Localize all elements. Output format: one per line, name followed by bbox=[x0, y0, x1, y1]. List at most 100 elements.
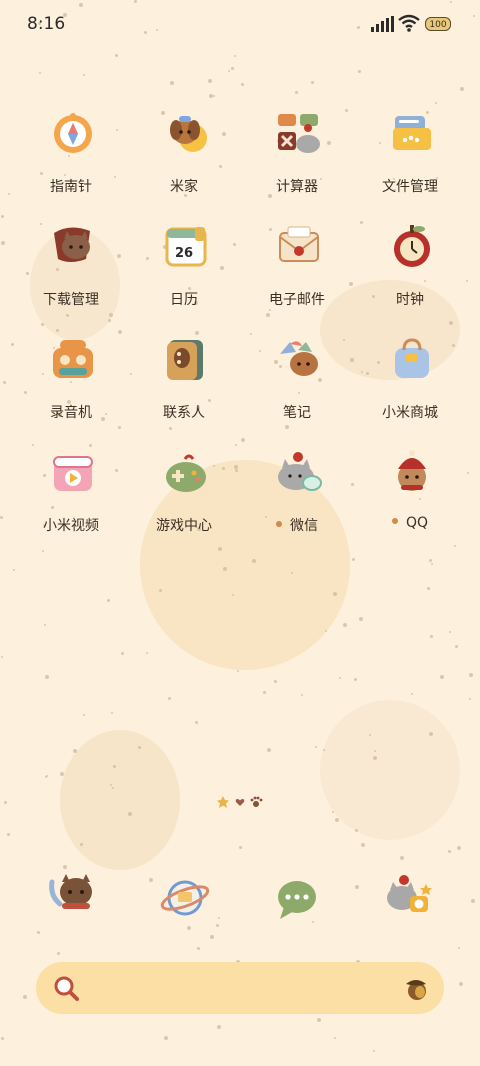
app-compass[interactable]: 指南针 bbox=[16, 100, 126, 210]
app-label-text: 小米商城 bbox=[382, 405, 438, 421]
app-label: 联系人 bbox=[129, 402, 239, 422]
wallpaper-speck bbox=[354, 678, 357, 681]
wallpaper-speck bbox=[23, 995, 27, 999]
app-label: 时钟 bbox=[355, 289, 465, 309]
page-indicator[interactable] bbox=[216, 795, 266, 809]
wallpaper-speck bbox=[335, 818, 339, 822]
app-wechat[interactable]: 微信 bbox=[242, 439, 352, 549]
wallpaper-speck bbox=[323, 749, 325, 751]
calendar-date: 26 bbox=[175, 246, 193, 261]
app-label-text: 米家 bbox=[170, 179, 198, 195]
wallpaper-speck bbox=[112, 787, 114, 789]
wallpaper-speck bbox=[263, 691, 266, 694]
wallpaper-speck bbox=[295, 91, 298, 94]
app-label-text: 电子邮件 bbox=[269, 292, 325, 308]
wallpaper-speck bbox=[213, 95, 215, 97]
new-notification-dot bbox=[391, 518, 398, 524]
camera-cat-icon[interactable] bbox=[384, 870, 434, 920]
app-download-manager[interactable]: 下载管理 bbox=[16, 213, 126, 323]
wallpaper-speck bbox=[121, 652, 124, 655]
app-label: 日历 bbox=[129, 289, 239, 309]
wallpaper-speck bbox=[209, 94, 213, 98]
wallpaper-speck bbox=[168, 697, 171, 700]
wallpaper-speck bbox=[234, 55, 236, 57]
wallpaper-speck bbox=[1, 215, 4, 218]
app-game-center[interactable]: 游戏中心 bbox=[129, 439, 239, 549]
messages-bubble-icon[interactable] bbox=[272, 875, 322, 925]
browser-planet-icon[interactable] bbox=[160, 873, 210, 923]
app-label: 笔记 bbox=[242, 402, 352, 422]
wallpaper-speck bbox=[449, 631, 451, 633]
app-recorder[interactable]: 录音机 bbox=[16, 326, 126, 436]
app-mi-store[interactable]: 小米商城 bbox=[355, 326, 465, 436]
wallpaper-speck bbox=[7, 833, 10, 836]
wallpaper-speck bbox=[466, 280, 468, 282]
app-label: 小米视频 bbox=[16, 515, 126, 535]
search-icon bbox=[54, 976, 79, 1001]
status-bar: 8:16 100 bbox=[0, 0, 480, 50]
wallpaper-speck bbox=[237, 670, 239, 672]
wallpaper-speck bbox=[13, 569, 15, 571]
wechat-icon bbox=[278, 452, 322, 491]
app-file-manager[interactable]: 文件管理 bbox=[355, 100, 465, 210]
wallpaper-speck bbox=[42, 550, 44, 552]
wallpaper-speck bbox=[427, 587, 430, 590]
app-notes[interactable]: 笔记 bbox=[242, 326, 352, 436]
app-label-text: 文件管理 bbox=[382, 179, 438, 195]
status-time: 8:16 bbox=[27, 14, 66, 34]
app-label-text: 联系人 bbox=[163, 405, 205, 421]
wallpaper-speck bbox=[333, 592, 337, 596]
wallpaper-speck bbox=[400, 856, 404, 860]
acorn-icon[interactable] bbox=[402, 974, 430, 1002]
app-label: 游戏中心 bbox=[129, 515, 239, 535]
contacts-icon bbox=[167, 340, 203, 380]
wallpaper-speck bbox=[332, 811, 334, 813]
app-qq[interactable]: QQ bbox=[355, 439, 465, 549]
app-mi-video[interactable]: 小米视频 bbox=[16, 439, 126, 549]
wallpaper-speck bbox=[267, 748, 271, 752]
app-label-text: 指南针 bbox=[50, 179, 92, 195]
star-page-icon bbox=[217, 796, 229, 808]
phone-cat-icon[interactable] bbox=[48, 870, 98, 920]
notes-icon bbox=[280, 341, 318, 376]
wallpaper-dog-illustration bbox=[320, 700, 460, 840]
app-label-text: 小米视频 bbox=[43, 518, 99, 534]
app-label: 电子邮件 bbox=[242, 289, 352, 309]
wallpaper-speck bbox=[228, 70, 230, 72]
app-calendar[interactable]: 26 日历 bbox=[129, 213, 239, 323]
wallpaper-speck bbox=[359, 617, 363, 621]
app-label-text: 录音机 bbox=[50, 405, 92, 421]
wallpaper-speck bbox=[1, 656, 3, 658]
app-contacts[interactable]: 联系人 bbox=[129, 326, 239, 436]
app-clock[interactable]: 时钟 bbox=[355, 213, 465, 323]
wallpaper-speck bbox=[107, 599, 110, 602]
wallpaper-speck bbox=[252, 559, 256, 563]
wallpaper-speck bbox=[469, 698, 471, 700]
wallpaper-speck bbox=[339, 677, 341, 679]
wifi-icon bbox=[398, 14, 420, 32]
wallpaper-speck bbox=[429, 559, 432, 562]
wallpaper-speck bbox=[138, 746, 141, 749]
search-bar[interactable] bbox=[36, 962, 444, 1014]
calculator-icon bbox=[278, 114, 320, 153]
wallpaper-speck bbox=[343, 623, 347, 627]
app-label-text: 时钟 bbox=[396, 292, 424, 308]
wallpaper-speck bbox=[430, 635, 433, 638]
wallpaper-speck bbox=[429, 732, 433, 736]
app-label: 小米商城 bbox=[355, 402, 465, 422]
download-manager-icon bbox=[54, 227, 90, 262]
wallpaper-speck bbox=[373, 756, 377, 760]
app-email[interactable]: 电子邮件 bbox=[242, 213, 352, 323]
app-calculator[interactable]: 计算器 bbox=[242, 100, 352, 210]
app-label-text: 下载管理 bbox=[43, 292, 99, 308]
wallpaper-speck bbox=[80, 843, 83, 846]
app-mihome[interactable]: 米家 bbox=[129, 100, 239, 210]
calendar-icon: 26 bbox=[165, 227, 207, 267]
wallpaper-speck bbox=[325, 630, 327, 632]
recorder-icon bbox=[53, 340, 93, 378]
wallpaper-speck bbox=[44, 624, 46, 626]
battery-indicator: 100 bbox=[425, 17, 451, 31]
app-label-text: 日历 bbox=[170, 292, 198, 308]
wallpaper-speck bbox=[241, 83, 244, 86]
paw-page-icon bbox=[250, 796, 263, 807]
